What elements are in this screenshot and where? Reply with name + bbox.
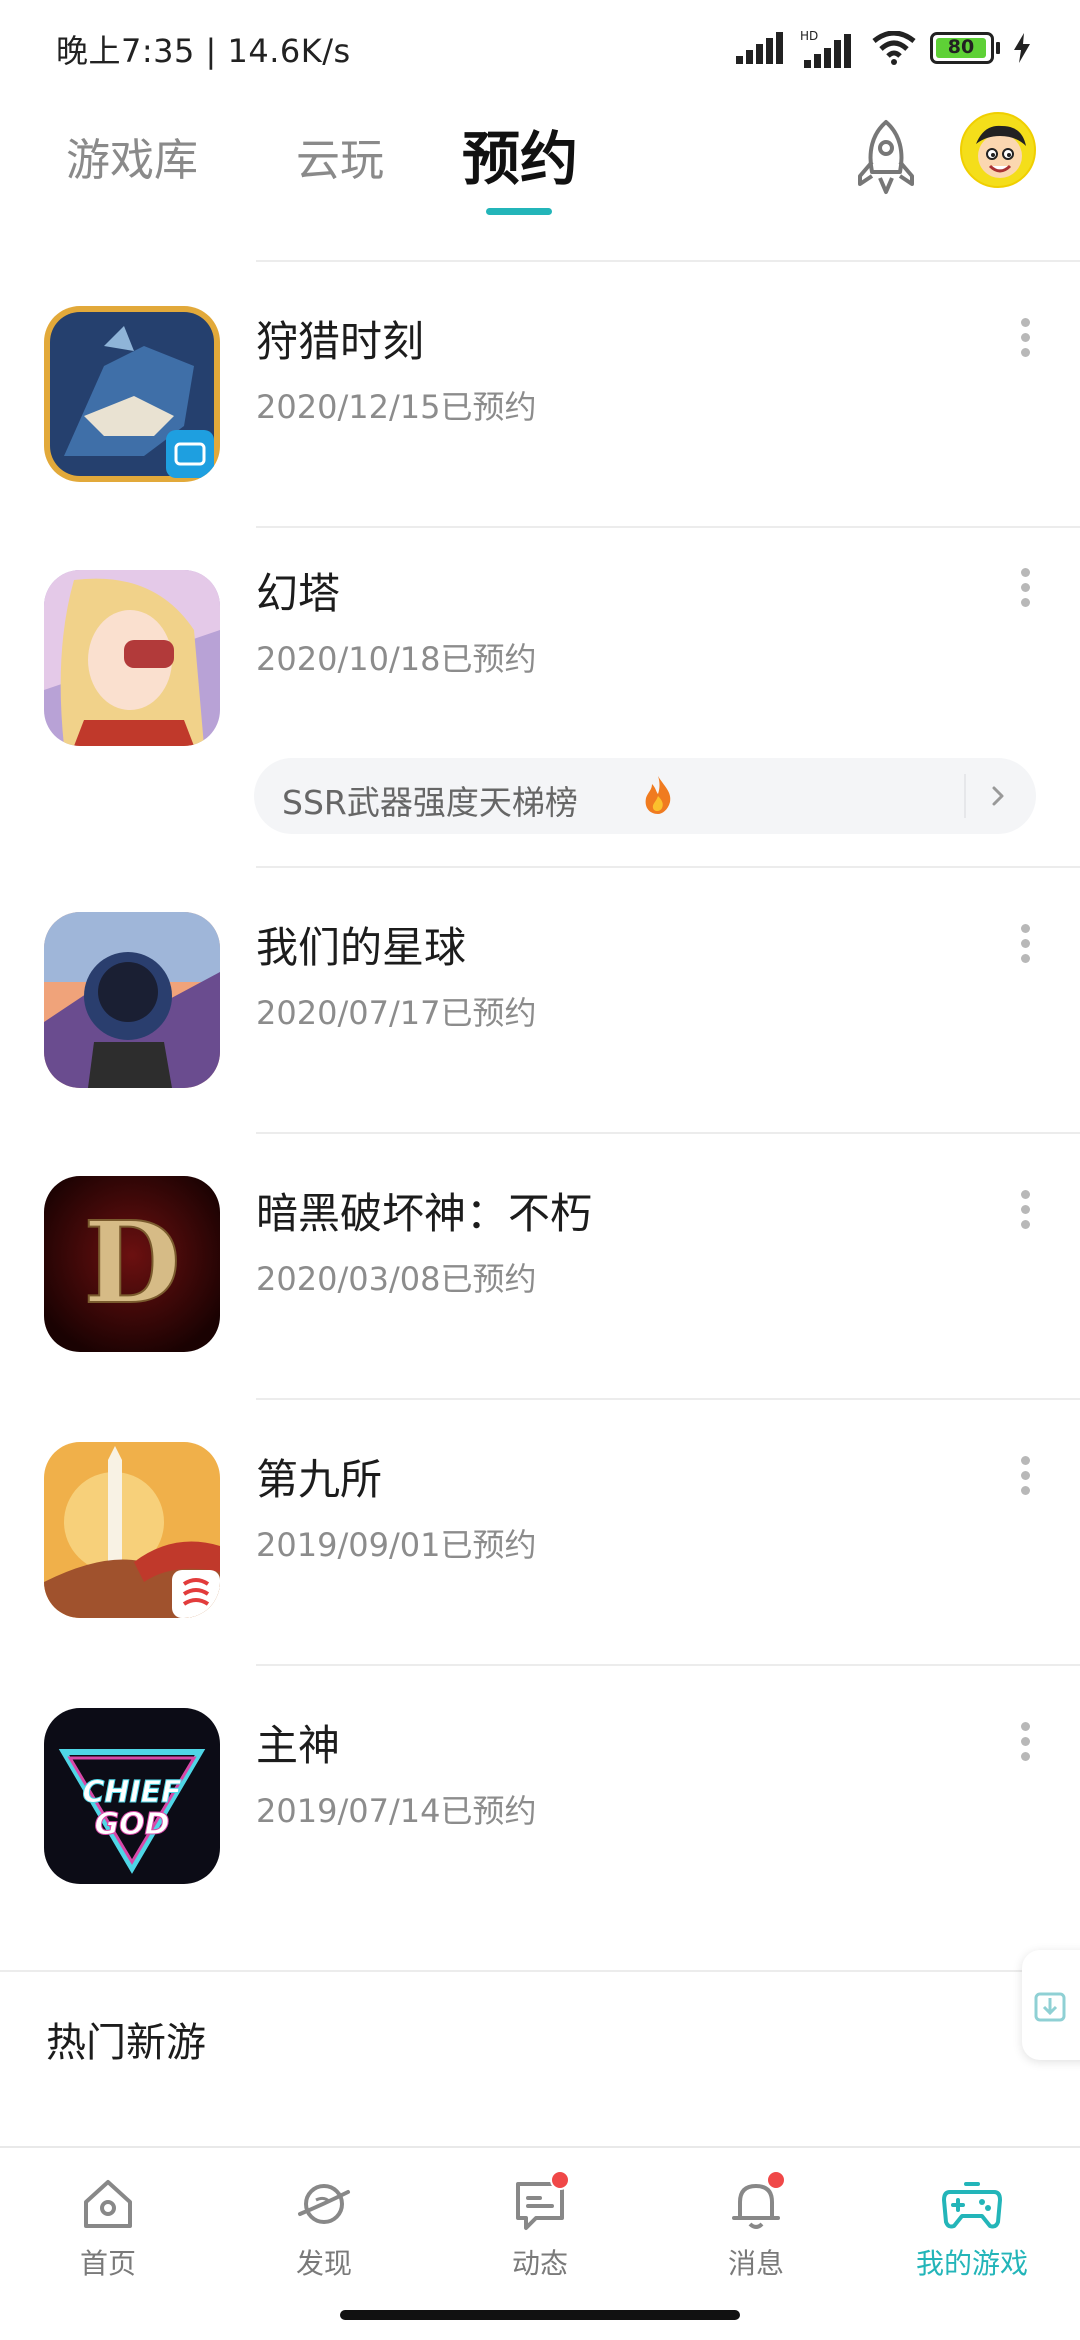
game-name: 幻塔 [256, 569, 341, 618]
god-text: GOD [94, 1807, 169, 1842]
promo-text: SSR武器强度天梯榜 [282, 783, 578, 822]
ninth-institute-icon [44, 1442, 220, 1618]
avatar[interactable] [960, 112, 1036, 188]
our-planet-icon [44, 912, 220, 1088]
nav-label: 首页 [79, 2247, 136, 2280]
home-icon [84, 2180, 132, 2228]
nav-messages[interactable]: 消息 [696, 2170, 816, 2282]
more-options-icon[interactable] [1012, 562, 1038, 622]
nav-label: 我的游戏 [915, 2247, 1028, 2280]
nav-feed[interactable]: 动态 [480, 2170, 600, 2282]
list-item[interactable]: 第九所 2019/09/01已预约 [0, 1398, 1080, 1664]
reserve-date: 2020/03/08已预约 [256, 1260, 537, 1298]
hd-signal-icon: HD [800, 29, 851, 68]
active-tab-indicator [486, 208, 552, 215]
diablo-letter: D [83, 1198, 180, 1329]
hunting-moment-icon [44, 306, 220, 482]
more-options-icon[interactable] [1012, 1450, 1038, 1510]
more-options-icon[interactable] [1012, 1716, 1038, 1776]
promo-separator [964, 774, 966, 818]
nav-discover[interactable]: 发现 [264, 2174, 384, 2282]
list-item[interactable]: 狩猎时刻 2020/12/15已预约 [0, 260, 1080, 526]
nav-my-games[interactable]: 我的游戏 [900, 2174, 1044, 2282]
more-options-icon[interactable] [1012, 1184, 1038, 1244]
more-options-icon[interactable] [1012, 918, 1038, 978]
status-icons: HD 80 [736, 26, 1030, 70]
game-name: 我们的星球 [256, 923, 467, 972]
reserve-date: 2020/10/18已预约 [256, 640, 537, 678]
game-name: 第九所 [256, 1455, 383, 1504]
chief-text: CHIEF [82, 1775, 182, 1810]
download-icon [1034, 1992, 1066, 2022]
tab-cloud-play[interactable]: 云玩 [296, 124, 384, 188]
battery-icon: 80 [930, 32, 1000, 64]
battery-level: 80 [947, 36, 975, 58]
planet-icon [298, 2184, 350, 2224]
list-item[interactable]: CHIEF GOD 主神 2019/07/14已预约 [0, 1664, 1080, 1930]
nav-label: 动态 [511, 2247, 568, 2280]
hot-new-games-title: 热门新游 [46, 2020, 206, 2066]
wifi-icon [872, 31, 916, 65]
section-divider [0, 1970, 1080, 1972]
reserve-date: 2019/07/14已预约 [256, 1792, 537, 1830]
hd-label: HD [800, 29, 818, 43]
reserve-date: 2019/09/01已预约 [256, 1526, 537, 1564]
notification-badge [550, 2170, 570, 2190]
promo-link[interactable]: SSR武器强度天梯榜 [254, 758, 1036, 834]
nav-home[interactable]: 首页 [48, 2174, 168, 2282]
list-item[interactable]: 我们的星球 2020/07/17已预约 [0, 866, 1080, 1132]
reserve-date: 2020/12/15已预约 [256, 388, 537, 426]
reserve-date: 2020/07/17已预约 [256, 994, 537, 1032]
floating-download-widget[interactable] [1022, 1950, 1080, 2060]
game-name: 狩猎时刻 [256, 317, 425, 366]
tab-game-library[interactable]: 游戏库 [66, 124, 198, 188]
status-bar: 晚上7:35 | 14.6K/s HD 80 [0, 0, 1080, 96]
chevron-right-icon [992, 786, 1004, 806]
chief-god-icon: CHIEF GOD [44, 1708, 220, 1884]
status-time: 晚上7:35 | 14.6K/s [56, 32, 351, 70]
charging-bolt-icon [1014, 33, 1030, 63]
fire-icon [645, 776, 671, 814]
home-indicator[interactable] [340, 2310, 740, 2320]
diablo-immortal-icon: D [44, 1176, 220, 1352]
game-name: 暗黑破坏神：不朽 [256, 1189, 593, 1238]
rocket-icon[interactable] [850, 118, 922, 198]
cartoon-avatar-icon [976, 125, 1026, 178]
bottom-nav: 首页 发现 动态 消息 我的游戏 [0, 2146, 1080, 2296]
list-item[interactable]: D 暗黑破坏神：不朽 2020/03/08已预约 [0, 1132, 1080, 1398]
notification-badge [766, 2170, 786, 2190]
list-item[interactable]: 幻塔 2020/10/18已预约 SSR武器强度天梯榜 [0, 526, 1080, 866]
tab-reservations[interactable]: 预约 [462, 112, 578, 196]
nav-label: 消息 [727, 2247, 784, 2280]
game-name: 主神 [256, 1721, 341, 1770]
tower-of-fantasy-icon [44, 570, 220, 746]
more-options-icon[interactable] [1012, 312, 1038, 372]
nav-label: 发现 [295, 2247, 352, 2280]
cell-signal-icon [736, 32, 783, 64]
header-tabs: 游戏库 云玩 预约 [0, 96, 1080, 226]
gamepad-icon [942, 2182, 1002, 2229]
